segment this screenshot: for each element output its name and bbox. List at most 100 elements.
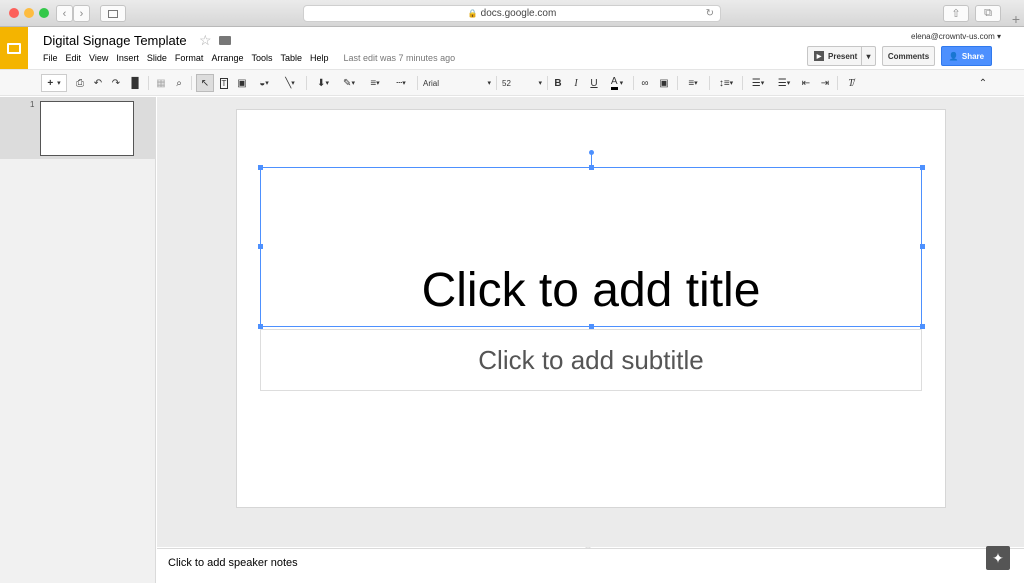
- caret-down-icon: ▾: [487, 80, 491, 87]
- border-dash-button[interactable]: ┄ ▾: [390, 74, 412, 92]
- reload-icon[interactable]: ↻: [706, 8, 714, 19]
- font-size-select[interactable]: 52 ▾: [502, 74, 542, 92]
- toolbar-divider: [633, 76, 634, 90]
- share-button[interactable]: 👤 Share: [941, 46, 992, 66]
- speaker-notes-panel[interactable]: … Click to add speaker notes: [157, 544, 1024, 583]
- resize-handle[interactable]: [920, 165, 925, 170]
- resize-handle[interactable]: [920, 244, 925, 249]
- comments-button[interactable]: Comments: [882, 46, 935, 66]
- slide[interactable]: Click to add title Click to add subtitle: [236, 109, 946, 508]
- fill-color-button[interactable]: ⬇ ▾: [312, 74, 334, 92]
- text-color-button[interactable]: A ▾: [605, 74, 629, 92]
- decrease-indent-icon: ⇤: [801, 77, 811, 89]
- back-button[interactable]: ‹: [56, 5, 73, 22]
- cursor-icon: ↖: [200, 77, 210, 89]
- caret-down-icon: ▾: [760, 80, 765, 87]
- image-tool-button[interactable]: ▣: [235, 74, 249, 92]
- subtitle-placeholder[interactable]: Click to add subtitle: [260, 329, 922, 391]
- toolbar-divider: [191, 76, 192, 90]
- present-dropdown-icon[interactable]: ▾: [861, 47, 875, 65]
- menu-view[interactable]: View: [89, 53, 108, 63]
- numbered-list-icon: ☰: [751, 77, 761, 89]
- italic-button[interactable]: I: [570, 74, 582, 92]
- menu-table[interactable]: Table: [280, 53, 302, 63]
- share-sheet-button[interactable]: ⇧: [943, 5, 969, 22]
- sidebar-toggle-button[interactable]: [100, 5, 126, 22]
- decrease-indent-button[interactable]: ⇤: [799, 74, 813, 92]
- person-icon: 👤: [948, 51, 959, 61]
- menu-slide[interactable]: Slide: [147, 53, 167, 63]
- menu-edit[interactable]: Edit: [66, 53, 82, 63]
- present-label: Present: [828, 51, 858, 61]
- slide-thumbnail-row[interactable]: 1: [0, 97, 156, 159]
- redo-icon: ↷: [111, 77, 121, 89]
- bulleted-list-button[interactable]: ☰ ▾: [773, 74, 795, 92]
- share-sheet-icon: ⇧: [951, 8, 961, 20]
- toolbar-divider: [148, 76, 149, 90]
- caret-down-icon: ▾: [402, 80, 406, 87]
- slides-logo-icon[interactable]: [0, 27, 28, 69]
- menu-help[interactable]: Help: [310, 53, 329, 63]
- align-button[interactable]: ≡ ▾: [682, 74, 704, 92]
- menu-file[interactable]: File: [43, 53, 58, 63]
- resize-handle[interactable]: [258, 165, 263, 170]
- toolbar: + ▾ ⎙ ↶ ↷ █ ▦ ⌕ ↖ T ▣ ◒ ▾ ╲ ▾ ⬇ ▾ ✎ ▾ ≡ ▾ ┄ ▾ A…: [0, 69, 1024, 96]
- pencil-icon: ✎: [343, 77, 352, 89]
- slide-canvas: Click to add title Click to add subtitle: [157, 97, 1024, 547]
- lock-icon: 🔒: [467, 9, 478, 18]
- last-edit-status[interactable]: Last edit was 7 minutes ago: [344, 53, 456, 63]
- resize-handle[interactable]: [258, 244, 263, 249]
- textbox-tool-button[interactable]: T: [217, 74, 231, 92]
- account-email[interactable]: elena@crowntv-us.com ▾: [911, 32, 1001, 41]
- bold-button[interactable]: B: [552, 74, 564, 92]
- line-tool-button[interactable]: ╲ ▾: [279, 74, 301, 92]
- numbered-list-button[interactable]: ☰ ▾: [747, 74, 769, 92]
- redo-button[interactable]: ↷: [109, 74, 123, 92]
- close-window-button[interactable]: [9, 8, 19, 18]
- zoom-window-button[interactable]: [39, 8, 49, 18]
- rotate-handle[interactable]: [589, 150, 594, 155]
- zoom-icon: ⌕: [176, 77, 182, 89]
- resize-handle[interactable]: [589, 165, 594, 170]
- border-color-button[interactable]: ✎ ▾: [338, 74, 360, 92]
- new-tab-button[interactable]: +: [1008, 10, 1024, 27]
- forward-button[interactable]: ›: [73, 5, 90, 22]
- notes-resize-handle[interactable]: …: [585, 544, 591, 550]
- line-spacing-button[interactable]: ↕≡ ▾: [714, 74, 738, 92]
- tabs-overview-button[interactable]: ⧉: [975, 5, 1001, 22]
- increase-indent-button[interactable]: ⇥: [818, 74, 832, 92]
- explore-button[interactable]: ✦: [986, 546, 1010, 570]
- collapse-toolbar-button[interactable]: ⌃: [976, 74, 990, 92]
- paint-roller-icon: █: [131, 77, 139, 89]
- document-title[interactable]: Digital Signage Template: [43, 33, 187, 48]
- star-icon[interactable]: ☆: [199, 32, 212, 49]
- folder-icon[interactable]: [219, 36, 231, 45]
- select-mode-button[interactable]: ▦: [154, 74, 168, 92]
- shape-tool-button[interactable]: ◒ ▾: [253, 74, 275, 92]
- new-slide-button[interactable]: + ▾: [41, 74, 67, 92]
- undo-button[interactable]: ↶: [91, 74, 105, 92]
- paint-format-button[interactable]: █: [128, 74, 142, 92]
- clear-formatting-button[interactable]: T̸: [843, 74, 859, 92]
- font-select[interactable]: Arial ▾: [423, 74, 491, 92]
- underline-button[interactable]: U: [588, 74, 600, 92]
- slides-app: Digital Signage Template ☆ File Edit Vie…: [0, 27, 1024, 583]
- insert-comment-button[interactable]: ▣: [657, 74, 671, 92]
- line-spacing-icon: ↕≡: [718, 77, 730, 89]
- menu-tools[interactable]: Tools: [251, 53, 272, 63]
- toolbar-divider: [417, 76, 418, 90]
- font-size-value: 52: [502, 78, 511, 88]
- minimize-window-button[interactable]: [24, 8, 34, 18]
- print-button[interactable]: ⎙: [73, 74, 87, 92]
- title-placeholder[interactable]: Click to add title: [260, 167, 922, 327]
- select-tool-button[interactable]: ↖: [196, 74, 214, 92]
- slide-thumbnail[interactable]: [40, 101, 134, 156]
- present-button[interactable]: ▶ Present ▾: [807, 46, 876, 66]
- border-weight-button[interactable]: ≡ ▾: [364, 74, 386, 92]
- menu-insert[interactable]: Insert: [116, 53, 139, 63]
- menu-arrange[interactable]: Arrange: [211, 53, 243, 63]
- insert-link-button[interactable]: ∞: [638, 74, 652, 92]
- address-bar[interactable]: 🔒 docs.google.com ↻: [303, 5, 721, 22]
- zoom-button[interactable]: ⌕: [172, 74, 186, 92]
- menu-format[interactable]: Format: [175, 53, 204, 63]
